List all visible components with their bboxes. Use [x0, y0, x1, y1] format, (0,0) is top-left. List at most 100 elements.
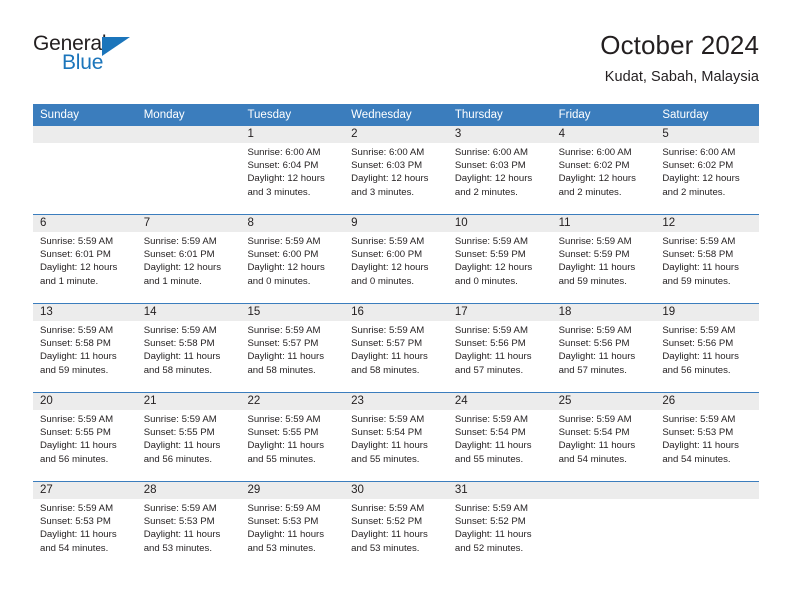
- day-detail-line: Sunrise: 5:59 AM: [143, 414, 217, 425]
- day-detail-line: Daylight: 12 hours: [351, 173, 429, 185]
- day-cell[interactable]: 20 Sunrise: 5:59 AM Sunset: 5:55 PM Dayligh…: [33, 393, 137, 481]
- day-detail-line: Sunset: 6:00 PM: [351, 249, 423, 261]
- day-cell[interactable]: 3 Sunrise: 6:00 AM Sunset: 6:03 PM Daylight…: [447, 126, 552, 214]
- day-details: Sunrise: 5:59 AM Sunset: 5:53 PM Daylight:…: [655, 410, 759, 466]
- day-cell-empty: [655, 482, 760, 570]
- day-detail-line: Daylight: 12 hours: [247, 262, 325, 274]
- day-cell[interactable]: 5 Sunrise: 6:00 AM Sunset: 6:02 PM Daylight…: [655, 126, 760, 214]
- day-cell[interactable]: 12 Sunrise: 5:59 AM Sunset: 5:58 PM Dayligh…: [655, 215, 760, 303]
- day-detail-line: Sunrise: 6:00 AM: [247, 147, 321, 158]
- day-detail-line: Sunset: 5:54 PM: [351, 427, 423, 439]
- day-cell[interactable]: 26 Sunrise: 5:59 AM Sunset: 5:53 PM Dayligh…: [655, 393, 760, 481]
- day-cell[interactable]: 27 Sunrise: 5:59 AM Sunset: 5:53 PM Dayligh…: [33, 482, 137, 570]
- day-detail-line: Sunrise: 5:59 AM: [143, 503, 217, 514]
- day-detail-line: Sunrise: 5:59 AM: [247, 325, 321, 336]
- day-cell[interactable]: 14 Sunrise: 5:59 AM Sunset: 5:58 PM Dayligh…: [136, 304, 241, 392]
- day-detail-line: and 55 minutes.: [454, 453, 524, 465]
- day-details: Sunrise: 5:59 AM Sunset: 6:01 PM Daylight:…: [33, 232, 137, 288]
- day-detail-line: Sunrise: 6:00 AM: [351, 147, 425, 158]
- day-cell[interactable]: 17 Sunrise: 5:59 AM Sunset: 5:56 PM Dayligh…: [447, 304, 552, 392]
- day-cell[interactable]: 23 Sunrise: 5:59 AM Sunset: 5:54 PM Dayligh…: [344, 393, 448, 481]
- day-cell[interactable]: 10 Sunrise: 5:59 AM Sunset: 5:59 PM Dayligh…: [447, 215, 552, 303]
- day-detail-line: Daylight: 12 hours: [558, 173, 636, 185]
- day-number: 13: [33, 304, 137, 321]
- day-details: Sunrise: 5:59 AM Sunset: 5:59 PM Daylight:…: [552, 232, 656, 288]
- day-cell[interactable]: 21 Sunrise: 5:59 AM Sunset: 5:55 PM Dayligh…: [136, 393, 241, 481]
- day-detail-line: and 2 minutes.: [662, 186, 726, 198]
- day-cell[interactable]: 15 Sunrise: 5:59 AM Sunset: 5:57 PM Dayligh…: [240, 304, 345, 392]
- day-details: Sunrise: 5:59 AM Sunset: 5:59 PM Daylight:…: [448, 232, 552, 288]
- day-cell[interactable]: 4 Sunrise: 6:00 AM Sunset: 6:02 PM Daylight…: [551, 126, 656, 214]
- day-cell[interactable]: 9 Sunrise: 5:59 AM Sunset: 6:00 PM Daylight…: [344, 215, 448, 303]
- day-cell[interactable]: 2 Sunrise: 6:00 AM Sunset: 6:03 PM Daylight…: [344, 126, 448, 214]
- day-cell[interactable]: 22 Sunrise: 5:59 AM Sunset: 5:55 PM Dayligh…: [240, 393, 345, 481]
- day-detail-line: Sunrise: 5:59 AM: [558, 414, 632, 425]
- day-detail-line: Daylight: 11 hours: [351, 440, 428, 452]
- day-details: Sunrise: 5:59 AM Sunset: 5:56 PM Daylight:…: [448, 321, 552, 377]
- day-detail-line: Daylight: 12 hours: [662, 173, 740, 185]
- day-detail-line: and 0 minutes.: [351, 275, 415, 287]
- day-detail-line: Sunset: 5:59 PM: [558, 249, 630, 261]
- day-detail-line: Sunrise: 5:59 AM: [351, 236, 425, 247]
- day-detail-line: Daylight: 11 hours: [662, 262, 739, 274]
- page-header: General Blue October 2024 Kudat, Sabah, …: [33, 28, 759, 98]
- day-detail-line: Sunset: 5:58 PM: [143, 338, 215, 350]
- day-detail-line: and 55 minutes.: [351, 453, 420, 465]
- day-details: Sunrise: 5:59 AM Sunset: 5:57 PM Daylight:…: [344, 321, 448, 377]
- day-number: 3: [447, 126, 552, 143]
- day-cell[interactable]: 7 Sunrise: 5:59 AM Sunset: 6:01 PM Daylight…: [136, 215, 241, 303]
- day-detail-line: Sunset: 5:54 PM: [454, 427, 526, 439]
- brand-logo[interactable]: General Blue: [33, 28, 143, 80]
- day-number: 23: [344, 393, 448, 410]
- day-cell[interactable]: 30 Sunrise: 5:59 AM Sunset: 5:52 PM Dayligh…: [344, 482, 448, 570]
- day-cell[interactable]: 11 Sunrise: 5:59 AM Sunset: 5:59 PM Dayligh…: [551, 215, 656, 303]
- day-number: 1: [240, 126, 345, 143]
- day-details: Sunrise: 5:59 AM Sunset: 5:56 PM Daylight:…: [552, 321, 656, 377]
- day-detail-line: Sunset: 5:55 PM: [40, 427, 111, 439]
- day-number: 27: [33, 482, 137, 499]
- day-cell[interactable]: 18 Sunrise: 5:59 AM Sunset: 5:56 PM Dayligh…: [551, 304, 656, 392]
- day-details: Sunrise: 5:59 AM Sunset: 5:53 PM Daylight:…: [33, 499, 137, 555]
- day-cell[interactable]: 29 Sunrise: 5:59 AM Sunset: 5:53 PM Dayligh…: [240, 482, 345, 570]
- day-cell[interactable]: 31 Sunrise: 5:59 AM Sunset: 5:52 PM Dayligh…: [447, 482, 552, 570]
- day-details: Sunrise: 5:59 AM Sunset: 5:53 PM Daylight:…: [137, 499, 241, 555]
- day-detail-line: Sunrise: 5:59 AM: [558, 325, 632, 336]
- day-cell[interactable]: 19 Sunrise: 5:59 AM Sunset: 5:56 PM Dayligh…: [655, 304, 760, 392]
- weekday-header-thursday: Thursday: [454, 109, 503, 121]
- day-detail-line: Daylight: 11 hours: [143, 529, 221, 541]
- day-details: Sunrise: 6:00 AM Sunset: 6:03 PM Daylight:…: [344, 143, 448, 199]
- day-cell[interactable]: 13 Sunrise: 5:59 AM Sunset: 5:58 PM Dayligh…: [33, 304, 137, 392]
- day-cell[interactable]: 25 Sunrise: 5:59 AM Sunset: 5:54 PM Dayligh…: [551, 393, 656, 481]
- day-detail-line: Sunrise: 5:59 AM: [351, 325, 425, 336]
- day-detail-line: Daylight: 11 hours: [40, 529, 117, 541]
- day-details: Sunrise: 5:59 AM Sunset: 5:52 PM Daylight:…: [344, 499, 448, 555]
- day-detail-line: and 0 minutes.: [247, 275, 311, 287]
- day-detail-line: and 1 minute.: [143, 275, 202, 287]
- day-detail-line: and 59 minutes.: [40, 364, 109, 376]
- day-number: 21: [136, 393, 241, 410]
- day-detail-line: Sunrise: 5:59 AM: [247, 503, 321, 514]
- day-cell[interactable]: 16 Sunrise: 5:59 AM Sunset: 5:57 PM Dayligh…: [344, 304, 448, 392]
- day-details: Sunrise: 5:59 AM Sunset: 5:55 PM Daylight:…: [33, 410, 137, 466]
- day-detail-line: and 59 minutes.: [558, 275, 627, 287]
- day-detail-line: and 54 minutes.: [662, 453, 731, 465]
- day-cell[interactable]: 8 Sunrise: 5:59 AM Sunset: 6:00 PM Daylight…: [240, 215, 345, 303]
- day-detail-line: Sunrise: 5:59 AM: [143, 236, 217, 247]
- day-number: 7: [136, 215, 241, 232]
- day-detail-line: Daylight: 11 hours: [143, 440, 221, 452]
- day-detail-line: Sunrise: 5:59 AM: [40, 325, 114, 336]
- day-cell[interactable]: 24 Sunrise: 5:59 AM Sunset: 5:54 PM Dayligh…: [447, 393, 552, 481]
- day-detail-line: and 53 minutes.: [351, 542, 420, 554]
- day-details: Sunrise: 5:59 AM Sunset: 5:58 PM Daylight:…: [33, 321, 137, 377]
- day-number: 20: [33, 393, 137, 410]
- day-detail-line: Sunrise: 5:59 AM: [351, 503, 425, 514]
- page-subtitle: Kudat, Sabah, Malaysia: [604, 69, 759, 85]
- day-cell[interactable]: 6 Sunrise: 5:59 AM Sunset: 6:01 PM Daylight…: [33, 215, 137, 303]
- day-cell[interactable]: 1 Sunrise: 6:00 AM Sunset: 6:04 PM Daylight…: [240, 126, 345, 214]
- day-detail-line: and 53 minutes.: [247, 542, 316, 554]
- day-detail-line: Daylight: 12 hours: [143, 262, 222, 274]
- day-detail-line: Sunrise: 5:59 AM: [40, 236, 114, 247]
- day-detail-line: Sunrise: 5:59 AM: [247, 414, 321, 425]
- day-cell[interactable]: 28 Sunrise: 5:59 AM Sunset: 5:53 PM Dayligh…: [136, 482, 241, 570]
- day-detail-line: and 52 minutes.: [454, 542, 524, 554]
